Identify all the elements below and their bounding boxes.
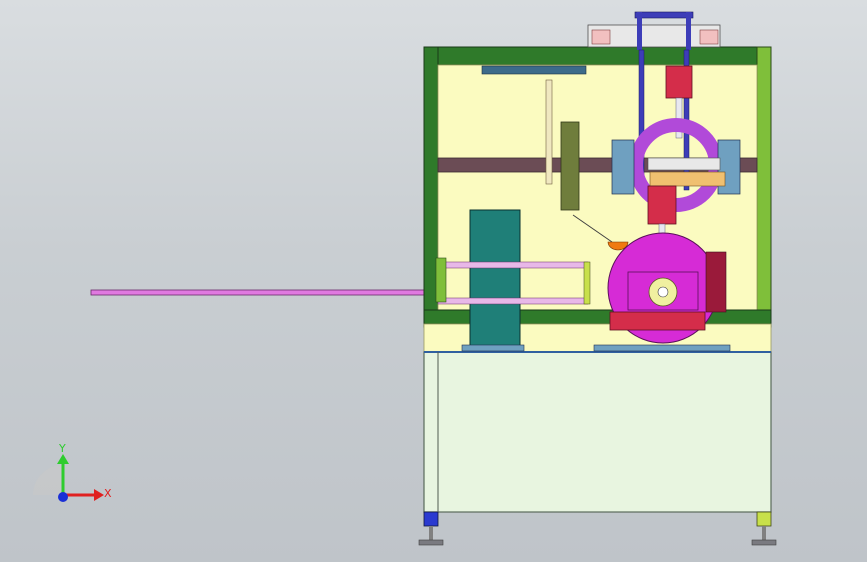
top-block-right	[699, 29, 719, 45]
top-rail	[481, 65, 587, 75]
right-foot-pad	[751, 539, 777, 546]
base-cabinet	[423, 351, 772, 513]
triad-arc	[33, 465, 63, 495]
x-axis-head	[94, 489, 104, 501]
top-block-left	[591, 29, 611, 45]
right-foot-stem	[762, 526, 766, 540]
teal-housing-base	[461, 344, 525, 352]
feed-rod	[90, 289, 442, 296]
teal-housing	[469, 209, 521, 351]
top-guide-right	[686, 12, 691, 50]
lower-actuator	[647, 185, 677, 225]
side-bracket	[705, 251, 727, 313]
ring-clamp-left	[611, 139, 635, 195]
right-foot-block	[756, 511, 772, 527]
guide-bar-upper	[437, 261, 589, 269]
left-foot-pad	[418, 539, 444, 546]
top-frame-bar	[423, 46, 772, 66]
wheel-axle	[657, 286, 669, 298]
olive-column	[560, 121, 580, 211]
guide-clamp	[435, 257, 447, 303]
left-foot-block	[423, 511, 439, 527]
y-axis-label: Y	[58, 442, 66, 455]
top-bridge	[634, 11, 694, 19]
ring-crossbar	[647, 157, 721, 171]
guide-end-post	[583, 261, 591, 305]
y-axis-head	[57, 454, 69, 464]
right-post	[756, 46, 772, 328]
upper-actuator	[665, 65, 693, 99]
left-foot-stem	[429, 526, 433, 540]
wheel-base-rail	[593, 344, 731, 352]
guide-bar-lower	[437, 297, 589, 305]
z-axis-dot	[58, 492, 68, 502]
ring-slide	[649, 171, 726, 187]
machine-drawing: Y X	[33, 11, 777, 546]
x-axis-label: X	[104, 487, 112, 500]
thin-cylinder	[545, 79, 553, 185]
wheel-mount-plate	[609, 311, 706, 331]
top-guide-left	[637, 12, 642, 50]
